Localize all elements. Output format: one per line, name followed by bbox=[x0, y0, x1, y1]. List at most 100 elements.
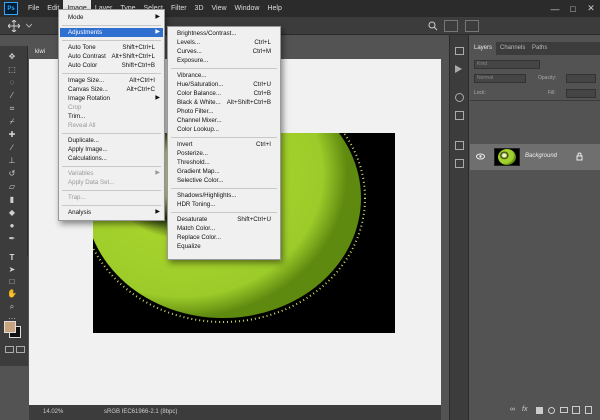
eyedropper-tool-icon[interactable]: ⌿ bbox=[5, 117, 19, 127]
color-panel-icon[interactable] bbox=[455, 93, 464, 102]
swatches-panel-icon[interactable] bbox=[455, 111, 464, 120]
menu-item-image-rotation[interactable]: Image Rotation ▶ bbox=[60, 94, 163, 103]
close-button[interactable]: ✕ bbox=[582, 3, 600, 14]
zoom-tool-icon[interactable]: ⌕ bbox=[5, 302, 19, 312]
menu-item-apply-image[interactable]: Apply Image... bbox=[60, 145, 163, 154]
dodge-tool-icon[interactable]: ● bbox=[5, 221, 19, 231]
menu-item-invert[interactable]: Invert Ctrl+I bbox=[169, 140, 279, 149]
menu-item-threshold[interactable]: Threshold... bbox=[169, 158, 279, 167]
layer-filter-kind[interactable]: Kind bbox=[474, 60, 540, 69]
chevron-down-icon[interactable] bbox=[26, 23, 32, 29]
minimize-button[interactable]: — bbox=[546, 4, 564, 14]
layer-style-icon[interactable]: fx bbox=[522, 406, 527, 413]
menu-item-levels[interactable]: Levels... Ctrl+L bbox=[169, 38, 279, 47]
menu-item-shadows-highlights[interactable]: Shadows/Highlights... bbox=[169, 191, 279, 200]
menu-item-reveal-all[interactable]: Reveal All bbox=[60, 121, 163, 130]
menu-item-match-color[interactable]: Match Color... bbox=[169, 224, 279, 233]
foreground-color-swatch[interactable] bbox=[4, 321, 16, 333]
menu-item-hdr-toning[interactable]: HDR Toning... bbox=[169, 200, 279, 209]
menu-item-mode[interactable]: Mode ▶ bbox=[60, 13, 163, 22]
adjustment-layer-icon[interactable] bbox=[548, 407, 555, 414]
menu-item-color-lookup[interactable]: Color Lookup... bbox=[169, 125, 279, 134]
rectangle-tool-icon[interactable]: □ bbox=[5, 277, 19, 287]
menu-item-desaturate[interactable]: Desaturate Shift+Ctrl+U bbox=[169, 215, 279, 224]
menu-item-exposure[interactable]: Exposure... bbox=[169, 56, 279, 65]
layer-row-background[interactable]: Background bbox=[470, 144, 600, 170]
crop-tool-icon[interactable]: ⌗ bbox=[5, 104, 19, 114]
menu-item-auto-contrast[interactable]: Auto Contrast Alt+Shift+Ctrl+L bbox=[60, 52, 163, 61]
menu-item-hue-saturation[interactable]: Hue/Saturation... Ctrl+U bbox=[169, 80, 279, 89]
magic-wand-tool-icon[interactable]: ⁄ bbox=[5, 91, 19, 101]
menu-item-selective-color[interactable]: Selective Color... bbox=[169, 176, 279, 185]
eraser-tool-icon[interactable]: ▱ bbox=[5, 182, 19, 192]
healing-brush-tool-icon[interactable]: ✚ bbox=[5, 130, 19, 140]
menu-item-canvas-size[interactable]: Canvas Size... Alt+Ctrl+C bbox=[60, 85, 163, 94]
blur-tool-icon[interactable]: ◆ bbox=[5, 208, 19, 218]
fill-field[interactable] bbox=[566, 89, 596, 98]
menu-item-calculations[interactable]: Calculations... bbox=[60, 154, 163, 163]
menu-item-analysis[interactable]: Analysis ▶ bbox=[60, 208, 163, 217]
menu-item-brightness-contrast[interactable]: Brightness/Contrast... bbox=[169, 29, 279, 38]
adjustments-panel-icon[interactable] bbox=[455, 159, 464, 168]
brush-tool-icon[interactable]: ∕ bbox=[5, 143, 19, 153]
layer-name[interactable]: Background bbox=[525, 153, 557, 159]
pen-tool-icon[interactable]: ✒ bbox=[5, 234, 19, 244]
menu-item-gradient-map[interactable]: Gradient Map... bbox=[169, 167, 279, 176]
zoom-level[interactable]: 14.02% bbox=[43, 409, 63, 415]
menu-item-black-white[interactable]: Black & White... Alt+Shift+Ctrl+B bbox=[169, 98, 279, 107]
properties-panel-icon[interactable] bbox=[455, 141, 464, 150]
type-tool-icon[interactable]: T bbox=[5, 253, 19, 263]
menu-item-curves[interactable]: Curves... Ctrl+M bbox=[169, 47, 279, 56]
opacity-field[interactable] bbox=[566, 74, 596, 83]
menu-item-trim[interactable]: Trim... bbox=[60, 112, 163, 121]
tab-paths[interactable]: Paths bbox=[528, 42, 551, 55]
path-selection-tool-icon[interactable]: ➤ bbox=[5, 265, 19, 275]
actions-panel-icon[interactable] bbox=[455, 65, 462, 73]
new-layer-icon[interactable] bbox=[572, 406, 580, 414]
menu-file[interactable]: File bbox=[24, 0, 43, 17]
delete-layer-icon[interactable] bbox=[585, 406, 592, 414]
menu-item-duplicate[interactable]: Duplicate... bbox=[60, 136, 163, 145]
menu-view[interactable]: View bbox=[208, 0, 231, 17]
menu-item-adjustments[interactable]: Adjustments ▶ bbox=[60, 28, 163, 37]
menu-item-auto-color[interactable]: Auto Color Shift+Ctrl+B bbox=[60, 61, 163, 70]
menu-window[interactable]: Window bbox=[231, 0, 264, 17]
marquee-tool-icon[interactable]: ⬚ bbox=[5, 65, 19, 75]
new-group-icon[interactable] bbox=[560, 407, 568, 413]
hand-tool-icon[interactable]: ✋ bbox=[5, 289, 19, 299]
link-layers-icon[interactable]: ∞ bbox=[510, 406, 515, 413]
search-icon[interactable] bbox=[428, 21, 438, 31]
menu-item-trap[interactable]: Trap... bbox=[60, 193, 163, 202]
menu-item-photo-filter[interactable]: Photo Filter... bbox=[169, 107, 279, 116]
menu-item-vibrance[interactable]: Vibrance... bbox=[169, 71, 279, 80]
lasso-tool-icon[interactable]: ◌ bbox=[5, 78, 19, 88]
menu-item-apply-data-set[interactable]: Apply Data Set... bbox=[60, 178, 163, 187]
maximize-button[interactable]: □ bbox=[564, 4, 582, 14]
menu-item-posterize[interactable]: Posterize... bbox=[169, 149, 279, 158]
move-tool-icon[interactable] bbox=[8, 20, 20, 32]
menu-item-channel-mixer[interactable]: Channel Mixer... bbox=[169, 116, 279, 125]
tab-channels[interactable]: Channels bbox=[496, 42, 529, 55]
menu-help[interactable]: Help bbox=[263, 0, 285, 17]
menu-item-color-balance[interactable]: Color Balance... Ctrl+B bbox=[169, 89, 279, 98]
tab-layers[interactable]: Layers bbox=[470, 42, 497, 55]
gradient-tool-icon[interactable]: ▮ bbox=[5, 195, 19, 205]
menu-3d[interactable]: 3D bbox=[191, 0, 208, 17]
menu-item-image-size[interactable]: Image Size... Alt+Ctrl+I bbox=[60, 76, 163, 85]
quick-mask-icon[interactable] bbox=[5, 346, 14, 353]
clone-stamp-tool-icon[interactable]: ⊥ bbox=[5, 156, 19, 166]
history-panel-icon[interactable] bbox=[455, 47, 464, 55]
layer-mask-icon[interactable] bbox=[536, 407, 543, 414]
eye-icon[interactable] bbox=[476, 153, 485, 160]
menu-item-variables[interactable]: Variables ▶ bbox=[60, 169, 163, 178]
share-icon[interactable] bbox=[465, 20, 479, 32]
menu-item-equalize[interactable]: Equalize bbox=[169, 242, 279, 251]
menu-filter[interactable]: Filter bbox=[167, 0, 191, 17]
screen-mode-icon[interactable] bbox=[16, 346, 25, 353]
move-tool-icon[interactable]: ✥ bbox=[5, 52, 19, 62]
workspace-icon[interactable] bbox=[444, 20, 458, 32]
history-brush-tool-icon[interactable]: ↺ bbox=[5, 169, 19, 179]
blend-mode-select[interactable]: Normal bbox=[474, 74, 526, 83]
menu-item-replace-color[interactable]: Replace Color... bbox=[169, 233, 279, 242]
menu-item-crop[interactable]: Crop bbox=[60, 103, 163, 112]
